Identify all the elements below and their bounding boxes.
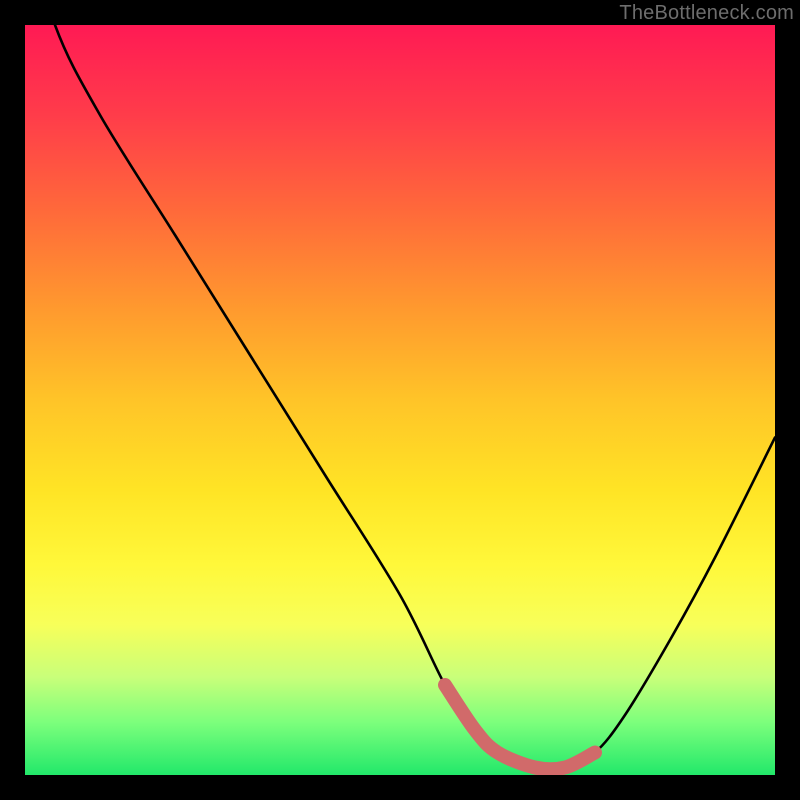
bottleneck-curve	[25, 25, 775, 775]
plot-area	[25, 25, 775, 775]
chart-frame: TheBottleneck.com	[0, 0, 800, 800]
curve-path	[25, 25, 775, 769]
highlight-path	[445, 685, 595, 769]
attribution-label: TheBottleneck.com	[619, 2, 794, 25]
